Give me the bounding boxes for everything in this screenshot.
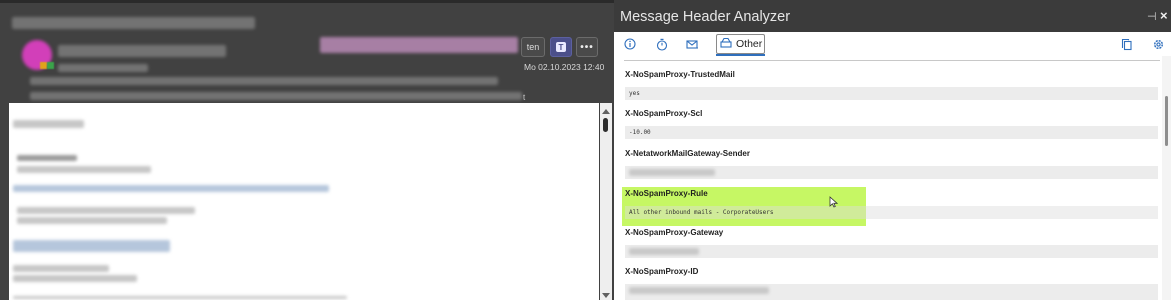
email-body-scrollbar[interactable] xyxy=(600,103,612,300)
body-line-blurred xyxy=(13,275,137,282)
info-icon[interactable] xyxy=(622,36,638,52)
body-line-blurred xyxy=(17,207,195,214)
body-line-blurred xyxy=(13,296,347,299)
timer-icon[interactable] xyxy=(654,36,670,52)
value-blurred xyxy=(629,248,699,255)
header-name: X-NoSpamProxy-ID xyxy=(625,267,699,276)
header-list[interactable]: X-NoSpamProxy-TrustedMail yes X-NoSpamPr… xyxy=(614,56,1162,300)
email-subject-blurred xyxy=(12,17,255,29)
reply-all-label: ten xyxy=(526,42,540,52)
header-name: X-NoSpamProxy-Gateway xyxy=(625,228,724,237)
header-value[interactable] xyxy=(625,166,1158,179)
body-line-blurred xyxy=(17,166,151,173)
body-line-blurred xyxy=(13,185,329,192)
pin-icon[interactable]: ⊣ xyxy=(1147,10,1157,23)
truncated-text: t xyxy=(523,93,526,102)
avatar-badge xyxy=(47,62,54,69)
settings-icon[interactable] xyxy=(1150,36,1166,52)
cropped-row-edge xyxy=(624,60,1160,61)
copy-icon[interactable] xyxy=(1119,36,1135,52)
value-blurred xyxy=(629,169,715,176)
mouse-cursor-icon xyxy=(829,195,839,213)
header-list-scrollbar[interactable] xyxy=(1162,56,1171,300)
email-datetime: Mo 02.10.2023 12:40 xyxy=(524,62,605,72)
window-top-strip xyxy=(0,0,614,3)
sender-name-blurred[interactable] xyxy=(58,45,226,57)
email-reading-pane: ten T ••• Mo 02.10.2023 12:40 t xyxy=(0,0,614,300)
header-value[interactable]: yes xyxy=(625,87,1158,100)
other-tab-icon xyxy=(720,35,732,53)
header-value-text: All other inbound mails - CorporateUsers xyxy=(629,209,774,216)
scrollbar-thumb[interactable] xyxy=(603,118,608,132)
header-value-text: yes xyxy=(629,90,640,97)
close-icon[interactable]: × xyxy=(1160,8,1168,23)
body-line-blurred xyxy=(17,155,77,161)
recipients-blurred xyxy=(30,77,498,85)
scroll-up-arrow-icon[interactable] xyxy=(602,109,610,114)
teams-icon: T xyxy=(556,42,566,52)
scroll-down-arrow-icon[interactable] xyxy=(602,293,610,298)
header-name: X-NoSpamProxy-Scl xyxy=(625,109,703,118)
body-line-blurred xyxy=(13,265,109,272)
avatar-badge xyxy=(40,62,47,69)
body-line-blurred xyxy=(13,240,170,252)
cc-blurred xyxy=(30,92,522,100)
header-name: X-NetatworkMailGateway-Sender xyxy=(625,149,750,158)
addin-title: Message Header Analyzer xyxy=(620,9,791,25)
screen: ten T ••• Mo 02.10.2023 12:40 t Message … xyxy=(0,0,1171,300)
reply-all-button[interactable]: ten xyxy=(521,37,545,57)
header-actions-blurred[interactable] xyxy=(320,37,518,53)
header-value[interactable]: -10.00 xyxy=(625,126,1158,139)
header-value-text: -10.00 xyxy=(629,129,651,136)
value-blurred xyxy=(629,287,769,294)
header-value[interactable]: All other inbound mails - CorporateUsers xyxy=(625,206,1158,219)
addin-tabbar: Other xyxy=(614,32,1171,56)
header-value[interactable] xyxy=(625,284,1158,300)
message-header-analyzer-pane: Message Header Analyzer ⊣ × Other X-NoSp… xyxy=(614,0,1171,300)
header-value[interactable] xyxy=(625,245,1158,258)
tab-other[interactable]: Other xyxy=(716,34,765,54)
scrollbar-thumb[interactable] xyxy=(1165,96,1168,146)
sender-detail-blurred xyxy=(58,64,148,72)
teams-button[interactable]: T xyxy=(550,37,572,57)
addin-title-bar: Message Header Analyzer ⊣ × xyxy=(614,0,1171,32)
body-line-blurred xyxy=(13,120,84,128)
more-icon: ••• xyxy=(580,41,594,53)
body-line-blurred xyxy=(17,217,167,224)
mail-icon[interactable] xyxy=(684,36,700,52)
header-name: X-NoSpamProxy-Rule xyxy=(625,189,708,198)
email-body xyxy=(9,103,599,300)
header-name: X-NoSpamProxy-TrustedMail xyxy=(625,70,735,79)
tab-other-label: Other xyxy=(736,38,763,50)
more-actions-button[interactable]: ••• xyxy=(576,37,598,57)
